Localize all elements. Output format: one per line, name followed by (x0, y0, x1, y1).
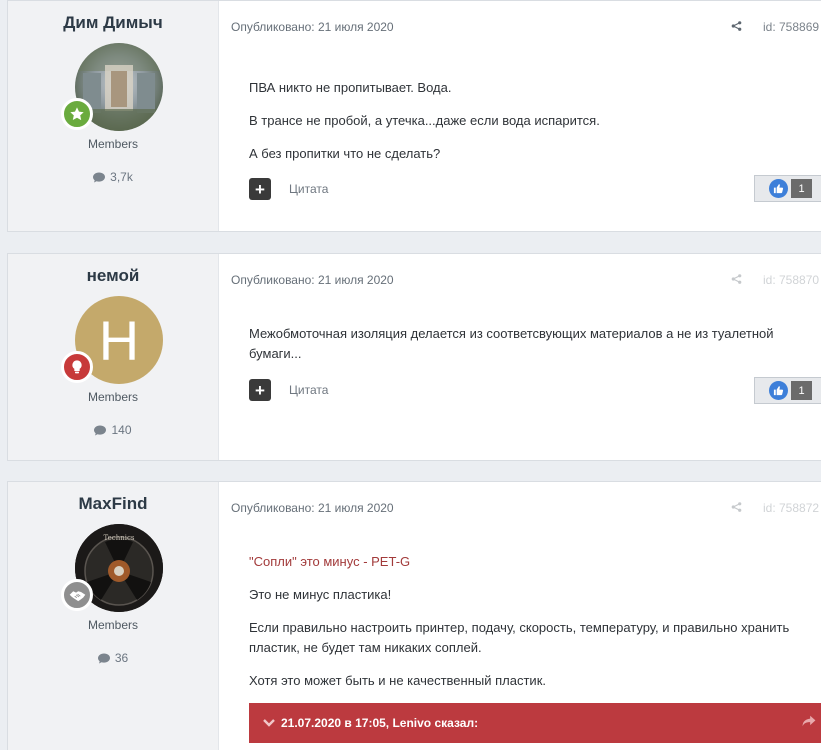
quote-header-text: 21.07.2020 в 17:05, Lenivo сказал: (281, 716, 479, 730)
multiquote-button[interactable]: + (249, 178, 271, 200)
chevron-down-icon[interactable] (263, 718, 275, 728)
comment-icon (97, 653, 110, 663)
share-icon[interactable] (731, 20, 742, 32)
quote-button[interactable]: Цитата (289, 383, 328, 397)
post-date[interactable]: Опубликовано: 21 июля 2020 (231, 273, 394, 287)
rank-badge (61, 579, 93, 611)
quote-header[interactable]: 21.07.2020 в 17:05, Lenivo сказал: (249, 703, 821, 743)
post-count: 36 (8, 651, 218, 665)
avatar-brand-text: Technics (104, 534, 135, 542)
forum-post: MaxFind Technics Members 36 Опубликовано… (7, 481, 821, 750)
handshake-icon (69, 590, 85, 601)
author-panel: MaxFind Technics Members 36 (8, 482, 219, 750)
paragraph: Межобмоточная изоляция делается из соотв… (249, 326, 774, 361)
member-group: Members (87, 137, 138, 151)
author-name[interactable]: Дим Димыч (8, 13, 218, 33)
share-icon[interactable] (731, 273, 742, 285)
post-content: Опубликовано: 21 июля 2020 id: 758869 ПВ… (219, 1, 821, 231)
author-panel: Дим Димыч Members 3,7k (8, 1, 219, 231)
reaction-button[interactable]: 1 (754, 377, 821, 404)
reaction-count: 1 (791, 179, 812, 198)
post-count: 140 (8, 423, 218, 437)
thumbs-up-icon (769, 381, 788, 400)
post-count-value: 3,7k (110, 170, 133, 184)
post-body: Межобмоточная изоляция делается из соотв… (249, 324, 791, 377)
paragraph: Хотя это может быть и не качественный пл… (249, 673, 546, 688)
post-content: Опубликовано: 21 июля 2020 id: 758870 Ме… (219, 254, 821, 460)
post-count-value: 36 (114, 651, 129, 665)
multiquote-button[interactable]: + (249, 379, 271, 401)
forum-post: Дим Димыч Members 3,7k Опубликовано: 21 … (7, 0, 821, 232)
comment-icon (93, 172, 106, 182)
author-panel: немой H Members 140 (8, 254, 219, 460)
rank-badge (61, 351, 93, 383)
paragraph: А без пропитки что не сделать? (249, 146, 441, 161)
forum-post: немой H Members 140 Опубликовано: 21 июл… (7, 253, 821, 461)
star-icon (70, 107, 84, 121)
avatar-letter: H (98, 308, 140, 372)
post-body: ПВА никто не пропитывает. Вода. В трансе… (249, 78, 809, 177)
paragraph: В трансе не пробой, а утечка...даже если… (249, 113, 600, 128)
go-to-quote-icon[interactable] (802, 715, 816, 727)
rank-badge (61, 98, 93, 130)
quote-button[interactable]: Цитата (289, 182, 328, 196)
reaction-count: 1 (791, 381, 812, 400)
post-count-value: 140 (111, 423, 132, 437)
post-id: id: 758870 (763, 273, 820, 287)
post-body: "Сопли" это минус - PET-G Это не минус п… (249, 552, 791, 704)
lightbulb-icon (72, 360, 82, 374)
post-count: 3,7k (8, 170, 218, 184)
paragraph: Если правильно настроить принтер, подачу… (249, 620, 790, 655)
quoted-topic-link[interactable]: "Сопли" это минус - PET-G (249, 552, 791, 572)
author-name[interactable]: немой (8, 266, 218, 286)
member-group: Members (87, 390, 138, 404)
paragraph: Это не минус пластика! (249, 587, 392, 602)
post-date[interactable]: Опубликовано: 21 июля 2020 (231, 501, 394, 515)
comment-icon (94, 425, 107, 435)
post-id: id: 758869 (763, 20, 820, 34)
post-content: Опубликовано: 21 июля 2020 id: 758872 "С… (219, 482, 821, 750)
reaction-button[interactable]: 1 (754, 175, 821, 202)
author-name[interactable]: MaxFind (8, 494, 218, 514)
thumbs-up-icon (769, 179, 788, 198)
paragraph: ПВА никто не пропитывает. Вода. (249, 80, 452, 95)
member-group: Members (87, 618, 138, 632)
post-id: id: 758872 (763, 501, 820, 515)
post-date[interactable]: Опубликовано: 21 июля 2020 (231, 20, 394, 34)
share-icon[interactable] (731, 501, 742, 513)
